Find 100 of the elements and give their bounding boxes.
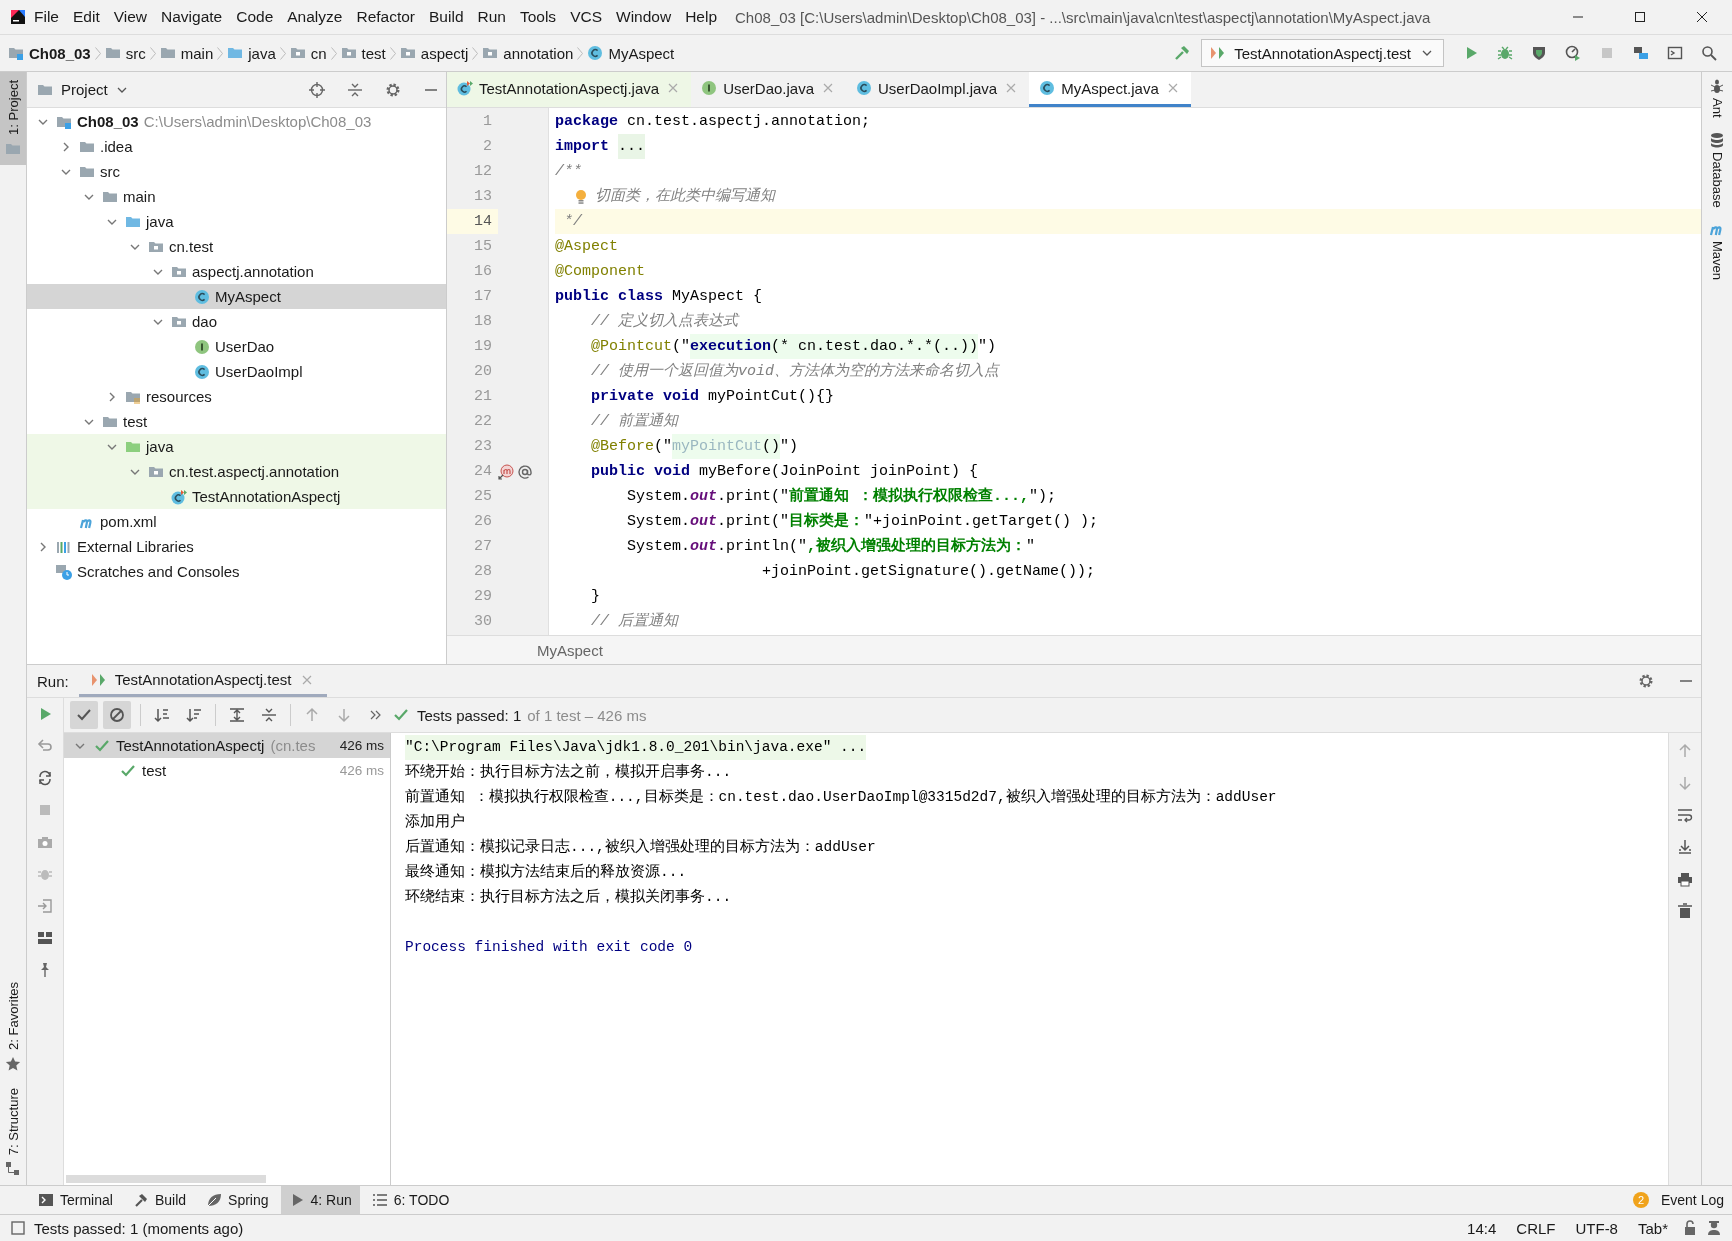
person-icon[interactable]: [1706, 1220, 1722, 1236]
crosshair-icon[interactable]: [309, 81, 325, 98]
editor-tab[interactable]: TestAnnotationAspectj.java: [447, 72, 692, 107]
sort-alpha-icon[interactable]: [154, 707, 170, 723]
tree-item[interactable]: UserDao: [27, 334, 446, 359]
bulb-icon[interactable]: [573, 188, 589, 205]
run-configuration-dropdown[interactable]: TestAnnotationAspectj.test: [1201, 39, 1444, 67]
window-close-icon[interactable]: [1694, 9, 1710, 25]
breadcrumb[interactable]: aspectj: [399, 44, 469, 62]
status-square-icon[interactable]: [10, 1220, 26, 1236]
breadcrumb[interactable]: annotation: [482, 44, 574, 62]
tool-window-tab[interactable]: Spring: [198, 1186, 277, 1214]
tree-item[interactable]: External Libraries: [27, 534, 446, 559]
tree-item[interactable]: .idea: [27, 134, 446, 159]
menu-item[interactable]: Navigate: [155, 8, 229, 26]
project-structure-icon[interactable]: [1633, 45, 1649, 61]
layout-icon[interactable]: [37, 930, 53, 946]
status-item[interactable]: Tab*: [1631, 1219, 1674, 1237]
rerun-icon[interactable]: [37, 738, 53, 754]
profiler-icon[interactable]: [1565, 45, 1581, 61]
editor-breadcrumb[interactable]: MyAspect: [537, 641, 603, 659]
tree-item[interactable]: cn.test: [27, 234, 446, 259]
tool-window-tab[interactable]: 2: Favorites: [0, 973, 26, 1080]
menu-item[interactable]: Run: [471, 8, 512, 26]
hammer-icon[interactable]: [1174, 45, 1191, 61]
menu-item[interactable]: Code: [230, 8, 280, 26]
menu-item[interactable]: Analyze: [281, 8, 349, 26]
breadcrumb[interactable]: src: [104, 44, 146, 62]
menu-item[interactable]: Refactor: [350, 8, 422, 26]
tree-item[interactable]: UserDaoImpl: [27, 359, 446, 384]
breadcrumb[interactable]: Ch08_03: [8, 44, 91, 62]
lock-icon[interactable]: [1682, 1220, 1698, 1236]
coverage-icon[interactable]: [1531, 45, 1547, 61]
breadcrumb[interactable]: MyAspect: [587, 44, 675, 62]
tree-item[interactable]: dao: [27, 309, 446, 334]
breadcrumb[interactable]: java: [227, 44, 276, 62]
collapse-tree-icon[interactable]: [261, 707, 277, 723]
tree-item[interactable]: MyAspect: [27, 284, 446, 309]
tree-item[interactable]: pom.xml: [27, 509, 446, 534]
breadcrumb[interactable]: cn: [289, 44, 327, 62]
tree-item[interactable]: cn.test.aspectj.annotation: [27, 459, 446, 484]
gear-icon[interactable]: [385, 81, 401, 98]
camera-icon[interactable]: [37, 834, 53, 850]
horizontal-scrollbar[interactable]: [66, 1175, 266, 1183]
scroll-end-icon[interactable]: [1677, 839, 1693, 855]
auto-rerun-icon[interactable]: [37, 770, 53, 786]
tool-window-tab[interactable]: 1: Project: [0, 72, 26, 165]
editor-tab[interactable]: UserDaoImpl.java: [846, 72, 1030, 107]
tool-window-tab[interactable]: Maven: [1702, 221, 1732, 281]
at-marker-icon[interactable]: [517, 463, 533, 480]
status-item[interactable]: 14:4: [1461, 1219, 1503, 1237]
tool-window-tab[interactable]: 6: TODO: [363, 1186, 458, 1214]
collapse-all-icon[interactable]: [347, 81, 363, 98]
soft-wrap-icon[interactable]: [1677, 807, 1693, 823]
event-log-button[interactable]: Event Log: [1652, 1186, 1732, 1214]
tree-item[interactable]: TestAnnotationAspectj: [27, 484, 446, 509]
tree-item[interactable]: src: [27, 159, 446, 184]
tree-item[interactable]: test: [27, 409, 446, 434]
test-row[interactable]: test 426 ms: [64, 758, 390, 783]
tool-window-tab[interactable]: Build: [124, 1186, 195, 1214]
menu-item[interactable]: Build: [423, 8, 470, 26]
menu-item[interactable]: View: [107, 8, 154, 26]
tool-window-tab[interactable]: 4: Run: [280, 1186, 360, 1214]
maximize-icon[interactable]: [1632, 9, 1648, 25]
tree-item[interactable]: aspectj.annotation: [27, 259, 446, 284]
menu-item[interactable]: Tools: [513, 8, 563, 26]
terminal-window-icon[interactable]: [1667, 45, 1683, 61]
sort-duration-icon[interactable]: [186, 707, 202, 723]
menu-item[interactable]: File: [28, 8, 65, 26]
tool-window-tab[interactable]: Ant: [1702, 78, 1732, 118]
menu-item[interactable]: VCS: [564, 8, 608, 26]
status-item[interactable]: CRLF: [1510, 1219, 1562, 1237]
import-arrow-icon[interactable]: [37, 898, 53, 914]
trash-icon[interactable]: [1677, 903, 1693, 919]
print-icon[interactable]: [1677, 871, 1693, 887]
search-icon[interactable]: [1701, 45, 1717, 61]
tree-item[interactable]: Ch08_03 C:\Users\admin\Desktop\Ch08_03: [27, 109, 446, 134]
tool-window-tab[interactable]: 7: Structure: [0, 1079, 26, 1185]
editor-tab[interactable]: MyAspect.java: [1029, 72, 1191, 107]
menu-item[interactable]: Help: [679, 8, 724, 26]
breadcrumb[interactable]: main: [159, 44, 214, 62]
breadcrumb[interactable]: test: [340, 44, 386, 62]
tree-item[interactable]: Scratches and Consoles: [27, 559, 446, 584]
editor-tab[interactable]: UserDao.java: [691, 72, 846, 107]
tool-window-tab[interactable]: Database: [1702, 131, 1732, 208]
tool-window-tab[interactable]: Terminal: [30, 1186, 121, 1214]
test-row[interactable]: TestAnnotationAspectj (cn.tes 426 ms: [64, 733, 390, 758]
expand-all-icon[interactable]: [229, 707, 245, 723]
tree-item[interactable]: main: [27, 184, 446, 209]
ban-icon[interactable]: [109, 707, 125, 723]
gear-icon[interactable]: [1638, 673, 1654, 689]
project-view-dropdown[interactable]: Project: [61, 81, 130, 98]
bug-icon[interactable]: [1497, 45, 1513, 61]
menu-item[interactable]: Window: [610, 8, 678, 26]
tree-item[interactable]: java: [27, 209, 446, 234]
menu-item[interactable]: Edit: [67, 8, 106, 26]
status-item[interactable]: UTF-8: [1569, 1219, 1624, 1237]
tree-item[interactable]: resources: [27, 384, 446, 409]
run-tab[interactable]: TestAnnotationAspectj.test: [78, 665, 328, 697]
tree-item[interactable]: java: [27, 434, 446, 459]
